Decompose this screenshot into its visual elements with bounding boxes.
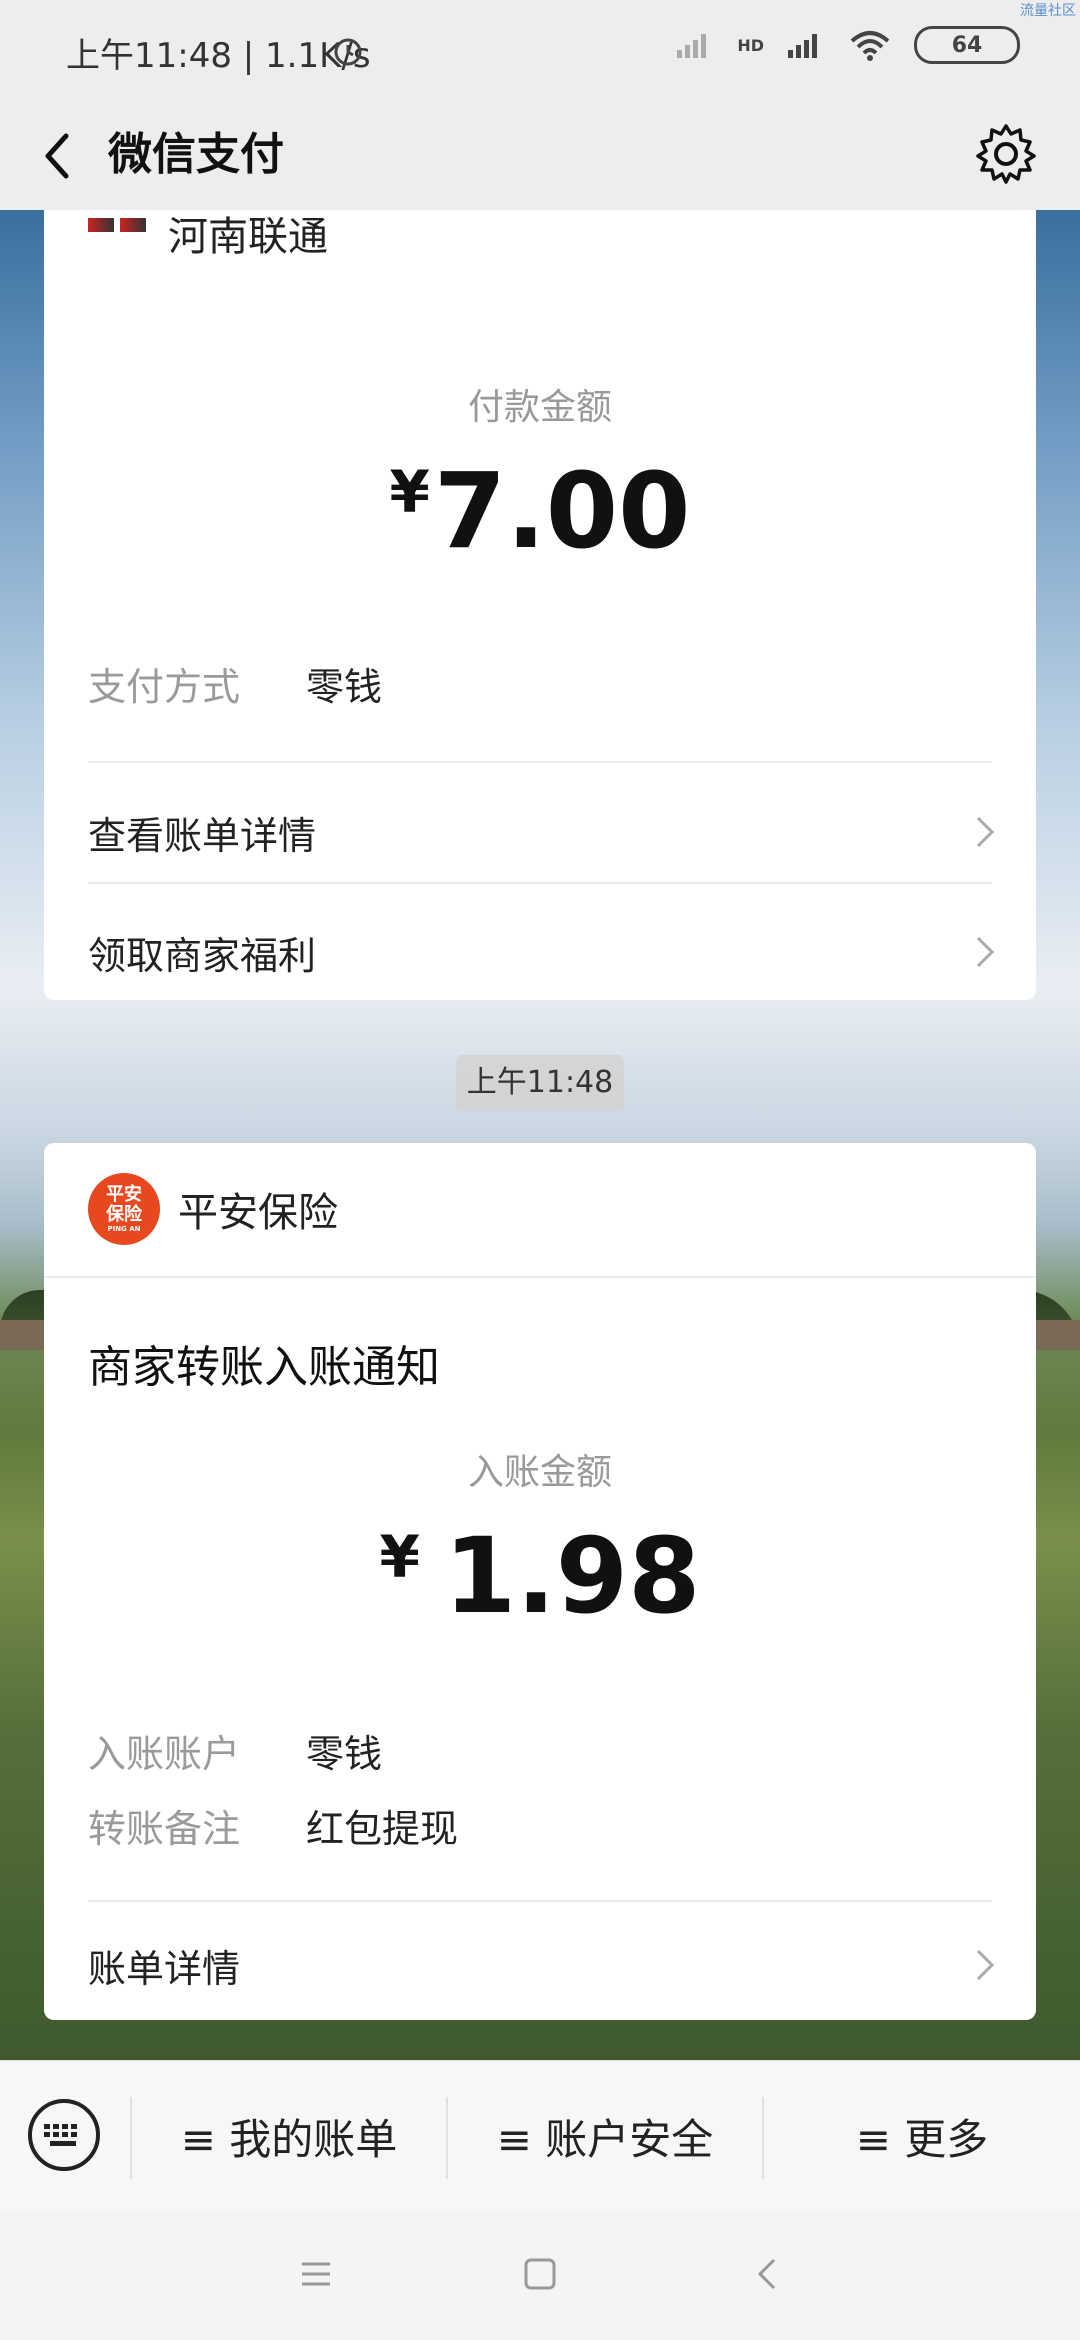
menu-icon[interactable] [296, 2254, 336, 2294]
view-bill-details-link[interactable]: 查看账单详情 [88, 782, 996, 882]
back-arrow-icon[interactable] [36, 128, 86, 184]
bill-details-link[interactable]: 账单详情 [88, 1915, 996, 2015]
notification-title: 商家转账入账通知 [88, 1342, 440, 1393]
merchant-row: 河南联通 [88, 204, 328, 262]
wifi-icon [850, 31, 890, 61]
note-row: 转账备注 红包提现 [88, 1798, 458, 1853]
note-value: 红包提现 [306, 1807, 459, 1851]
merchant-benefits-link[interactable]: 领取商家福利 [88, 902, 996, 1002]
amount-label: 入账金额 [467, 1452, 612, 1493]
merchant-row[interactable]: 平安 保险 PING AN 平安保险 [88, 1173, 338, 1245]
corner-watermark: 流量社区 [1020, 3, 1076, 19]
chevron-right-icon [976, 816, 995, 848]
account-row: 入账账户 零钱 [88, 1723, 382, 1778]
menu-my-bills[interactable]: ≡ 我的账单 [132, 2061, 446, 2211]
keyboard-icon[interactable] [28, 2099, 100, 2171]
divider [88, 761, 992, 763]
page-title: 微信支付 [108, 129, 284, 180]
merchant-name: 平安保险 [178, 1190, 338, 1236]
amount-value: ¥1.98 [44, 1515, 1036, 1637]
back-icon[interactable] [748, 2254, 788, 2294]
transfer-card: 平安 保险 PING AN 平安保险 商家转账入账通知 入账金额 ¥1.98 入… [44, 1143, 1036, 2020]
currency-symbol: ¥ [379, 1523, 420, 1591]
account-label: 入账账户 [88, 1732, 241, 1776]
amount-value: ¥7.00 [44, 450, 1036, 572]
currency-symbol: ¥ [389, 458, 430, 526]
nav-bar: 微信支付 [0, 100, 1080, 210]
network-type: HD [737, 35, 764, 55]
payment-method-label: 支付方式 [88, 665, 241, 709]
alarm-icon [334, 38, 362, 66]
view-bill-details-label: 查看账单详情 [88, 813, 317, 858]
amount-label: 付款金额 [467, 387, 612, 428]
payment-method-row: 支付方式 零钱 [88, 656, 382, 711]
bottom-menu: ≡ 我的账单 ≡ 账户安全 ≡ 更多 [0, 2060, 1080, 2211]
gear-icon[interactable] [974, 122, 1038, 186]
divider [88, 882, 992, 884]
divider [88, 1900, 992, 1902]
pingan-logo: 平安 保险 PING AN [88, 1173, 160, 1245]
note-label: 转账备注 [88, 1807, 241, 1851]
menu-more[interactable]: ≡ 更多 [764, 2061, 1080, 2211]
account-value: 零钱 [306, 1732, 383, 1776]
payment-card: 河南联通 付款金额 ¥7.00 支付方式 零钱 查看账单详情 领取商家福利 [44, 210, 1036, 1000]
merchant-benefits-label: 领取商家福利 [88, 933, 317, 978]
merchant-name: 河南联通 [168, 214, 328, 260]
battery-indicator: 64 [914, 26, 1020, 64]
battery-level: 64 [951, 32, 983, 58]
merchant-logo [88, 218, 150, 248]
system-nav-bar [0, 2210, 1080, 2340]
payment-method-value: 零钱 [306, 665, 383, 709]
menu-account-security[interactable]: ≡ 账户安全 [448, 2061, 762, 2211]
message-timestamp: 上午11:48 [456, 1055, 624, 1111]
keyboard-glyph-icon [44, 2124, 77, 2146]
divider [44, 1276, 1036, 1278]
amount-number: 7.00 [433, 450, 691, 572]
bill-details-label: 账单详情 [88, 1946, 241, 1991]
chevron-right-icon [976, 936, 995, 968]
chevron-right-icon [976, 1949, 995, 1981]
amount-number: 1.98 [443, 1515, 701, 1637]
status-bar: 上午11:48 | 1.1K/s HD 64 流量社区 [0, 0, 1080, 100]
signal-icon-2 [788, 34, 817, 58]
home-icon[interactable] [520, 2254, 560, 2294]
status-time: 上午11:48 | 1.1K/s [66, 36, 371, 76]
signal-icon-1 [677, 34, 707, 58]
